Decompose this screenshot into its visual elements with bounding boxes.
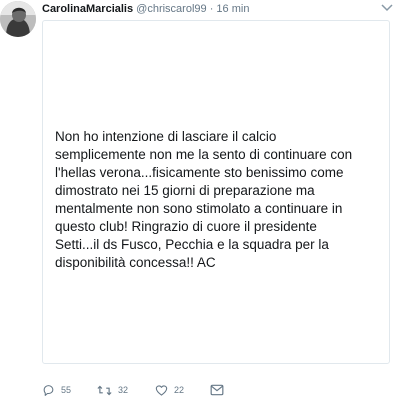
- timestamp[interactable]: 16 min: [216, 3, 249, 15]
- retweet-count: 32: [118, 385, 129, 395]
- like-count: 22: [174, 385, 185, 395]
- retweet-icon: [97, 384, 112, 397]
- tweet-text-line: dimostrato nei 15 giorni di preparazione…: [55, 183, 315, 198]
- separator-dot: ·: [209, 3, 214, 15]
- tweet-text-line: questo club! Ringrazio di cuore il presi…: [55, 219, 317, 234]
- tweet-text-line: disponibilità concessa!! AC: [55, 255, 216, 270]
- tweet-text-line: l'hellas verona...fisicamente sto beniss…: [55, 165, 344, 180]
- avatar[interactable]: [0, 1, 36, 37]
- tweet-text-line: semplicemente non me la sento di continu…: [55, 147, 353, 162]
- tweet: CarolinaMarcialis @chriscarol99 · 16 min…: [0, 0, 401, 400]
- avatar-photo: [0, 1, 36, 37]
- envelope-icon: [210, 384, 224, 396]
- chevron-down-icon[interactable]: [381, 3, 393, 13]
- reply-button[interactable]: 55: [42, 382, 71, 398]
- like-button[interactable]: 22: [155, 382, 184, 398]
- tweet-header: CarolinaMarcialis @chriscarol99 · 16 min: [42, 2, 401, 18]
- direct-message-button[interactable]: [210, 382, 224, 398]
- tweet-text-line: Setti...il ds Fusco, Pecchia e la squadr…: [55, 237, 329, 252]
- user-handle[interactable]: @chriscarol99: [136, 3, 206, 15]
- tweet-text-line: Non ho intenzione di lasciare il calcio: [55, 129, 277, 144]
- display-name[interactable]: CarolinaMarcialis: [42, 3, 133, 15]
- reply-count: 55: [61, 385, 72, 395]
- reply-icon: [42, 384, 55, 397]
- tweet-text-line: mentalmente non sono stimolato a continu…: [55, 201, 343, 216]
- tweet-image-card[interactable]: Non ho intenzione di lasciare il calcio …: [42, 20, 390, 364]
- tweet-actions: 55 32 22: [42, 382, 382, 398]
- heart-icon: [155, 384, 168, 397]
- tweet-text: Non ho intenzione di lasciare il calcio …: [55, 128, 385, 272]
- retweet-button[interactable]: 32: [97, 382, 128, 398]
